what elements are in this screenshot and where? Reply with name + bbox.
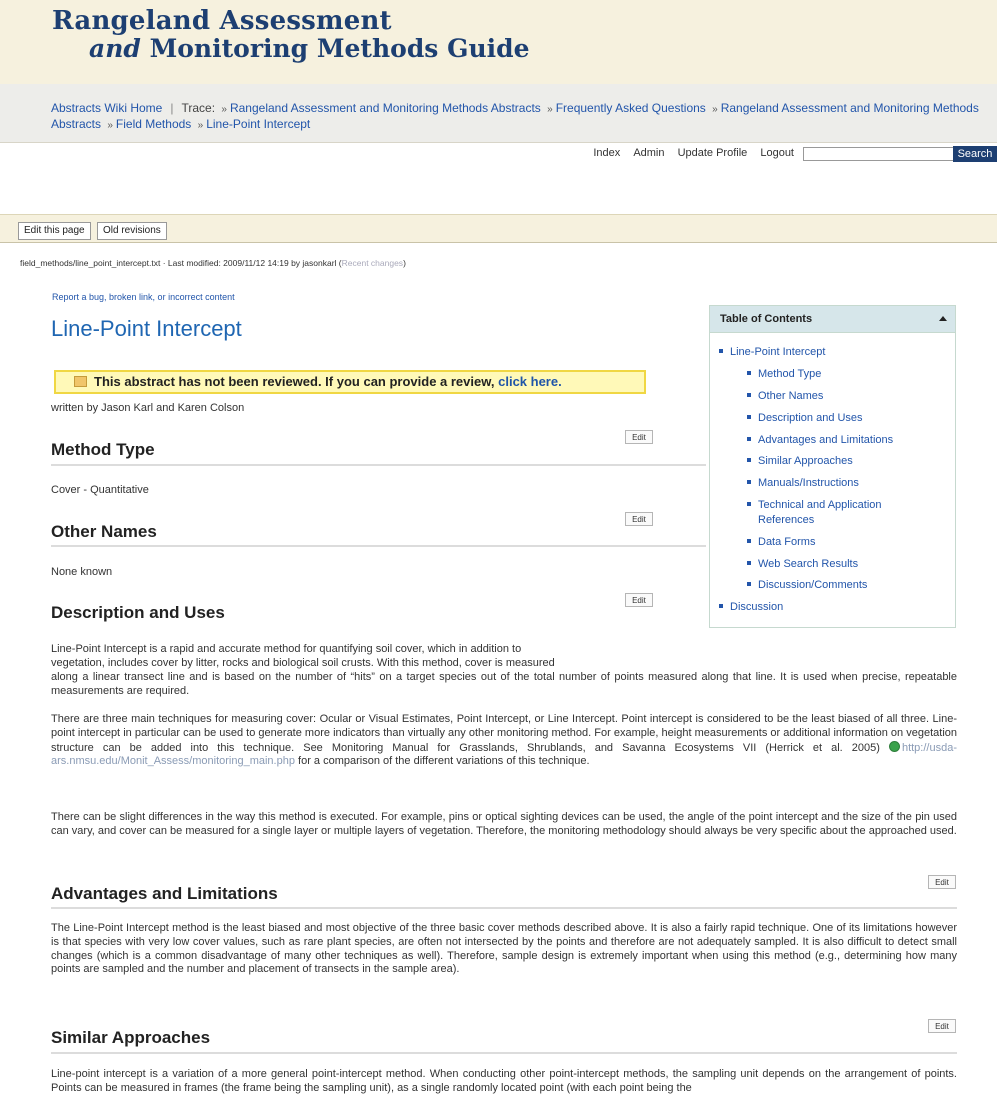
section-heading-method-type: Method Type <box>51 440 155 459</box>
user-toolbar: Index Admin Update Profile Logout Search <box>0 143 997 164</box>
page-meta-close: ) <box>403 258 406 268</box>
toc-item-technical-cont[interactable]: References <box>758 513 814 528</box>
logout-link[interactable]: Logout <box>760 147 794 159</box>
toc-header[interactable]: Table of Contents <box>710 306 955 333</box>
breadcrumb-arrow: » <box>221 104 227 115</box>
section-divider <box>51 464 706 466</box>
bullet-icon <box>747 582 751 586</box>
other-names-value: None known <box>51 566 113 578</box>
breadcrumb-arrow: » <box>712 104 718 115</box>
toc-item-other-names[interactable]: Other Names <box>747 389 823 404</box>
search-input[interactable] <box>803 147 954 161</box>
breadcrumb-separator: | <box>170 101 174 115</box>
toc-item-method-type[interactable]: Method Type <box>747 367 821 382</box>
breadcrumb-item[interactable]: Rangeland Assessment and Monitoring Meth… <box>721 101 979 115</box>
section-heading-description: Description and Uses <box>51 603 225 622</box>
toc-item-description[interactable]: Description and Uses <box>747 411 863 426</box>
edit-description-button[interactable]: Edit <box>625 593 653 607</box>
toc-item-data-forms[interactable]: Data Forms <box>747 535 815 550</box>
external-link-globe-icon <box>888 740 900 752</box>
section-divider <box>51 907 957 909</box>
description-para-3: There can be slight differences in the w… <box>51 811 957 837</box>
collapse-triangle-icon[interactable] <box>939 316 947 321</box>
section-heading-advantages: Advantages and Limitations <box>51 884 278 903</box>
breadcrumb-item[interactable]: Frequently Asked Questions <box>556 101 706 115</box>
breadcrumb-home-link[interactable]: Abstracts Wiki Home <box>51 101 162 115</box>
toc-item-discussion-comments[interactable]: Discussion/Comments <box>747 578 867 593</box>
site-title-and: and <box>89 34 141 63</box>
description-para-2: There are three main techniques for meas… <box>51 713 957 768</box>
page-actions-bar: Edit this page Old revisions <box>0 214 997 243</box>
report-bug-link[interactable]: Report a bug, broken link, or incorrect … <box>52 292 235 302</box>
page-title: Line-Point Intercept <box>51 316 242 341</box>
description-para-1c: along a linear transect line and is base… <box>51 671 957 697</box>
breadcrumb-arrow: » <box>547 104 553 115</box>
site-title-line1: Rangeland Assessment <box>52 6 392 36</box>
breadcrumb-item-current[interactable]: Line-Point Intercept <box>206 117 310 131</box>
bullet-icon <box>747 437 751 441</box>
bullet-icon <box>719 349 723 353</box>
toc-item-web-search[interactable]: Web Search Results <box>747 557 858 572</box>
review-link[interactable]: click here. <box>498 374 562 389</box>
advantages-para: The Line-Point Intercept method is the l… <box>51 922 957 976</box>
bullet-icon <box>747 393 751 397</box>
site-banner: Rangeland Assessment and Monitoring Meth… <box>0 0 997 84</box>
toc-item-manuals[interactable]: Manuals/Instructions <box>747 476 859 491</box>
note-icon <box>74 376 87 387</box>
toc-item-advantages[interactable]: Advantages and Limitations <box>747 433 893 448</box>
old-revisions-tab[interactable]: Old revisions <box>97 222 167 240</box>
page-meta-text: field_methods/line_point_intercept.txt ·… <box>20 258 342 268</box>
method-type-value: Cover - Quantitative <box>51 484 149 496</box>
site-title-line2-text: Monitoring Methods Guide <box>149 34 530 63</box>
breadcrumb-arrow: » <box>197 120 204 131</box>
section-divider <box>51 1052 957 1054</box>
breadcrumb: Abstracts Wiki Home | Trace: » Rangeland As… <box>0 84 997 143</box>
breadcrumb-item[interactable]: Abstracts <box>51 117 101 131</box>
breadcrumb-trace-label: Trace: <box>181 101 216 115</box>
breadcrumb-item[interactable]: Rangeland Assessment and Monitoring Meth… <box>230 101 541 115</box>
bullet-icon <box>747 480 751 484</box>
edit-method-type-button[interactable]: Edit <box>625 430 653 444</box>
section-divider <box>51 545 706 547</box>
toc-item-line-point-intercept[interactable]: Line-Point Intercept <box>719 345 825 360</box>
table-of-contents: Table of Contents Line-Point Intercept M… <box>709 305 956 628</box>
toc-item-technical[interactable]: Technical and Application <box>747 498 882 513</box>
bullet-icon <box>719 604 723 608</box>
edit-advantages-button[interactable]: Edit <box>928 875 956 889</box>
review-notice: This abstract has not been reviewed. If … <box>54 370 646 394</box>
bullet-icon <box>747 415 751 419</box>
update-profile-link[interactable]: Update Profile <box>678 147 748 159</box>
description-para-1a: Line-Point Intercept is a rapid and accu… <box>51 643 522 655</box>
breadcrumb-item[interactable]: Field Methods <box>116 117 191 131</box>
similar-approaches-para: Line-point intercept is a variation of a… <box>51 1068 957 1094</box>
toc-item-similar-approaches[interactable]: Similar Approaches <box>747 454 853 469</box>
admin-link[interactable]: Admin <box>633 147 664 159</box>
bullet-icon <box>747 539 751 543</box>
description-para-1b: vegetation, includes cover by litter, ro… <box>51 657 555 669</box>
author-line: written by Jason Karl and Karen Colson <box>51 402 245 414</box>
review-notice-text: This abstract has not been reviewed. If … <box>94 374 495 389</box>
section-heading-other-names: Other Names <box>51 522 157 541</box>
edit-other-names-button[interactable]: Edit <box>625 512 653 526</box>
site-title-line2: and Monitoring Methods Guide <box>89 34 530 63</box>
search-button[interactable]: Search <box>953 146 997 162</box>
bullet-icon <box>747 561 751 565</box>
recent-changes-link[interactable]: Recent changes <box>342 258 403 268</box>
site-logo[interactable]: Rangeland Assessment and Monitoring Meth… <box>52 6 530 63</box>
section-heading-similar-approaches: Similar Approaches <box>51 1028 211 1047</box>
edit-page-tab[interactable]: Edit this page <box>18 222 91 240</box>
bullet-icon <box>747 502 751 506</box>
index-link[interactable]: Index <box>593 147 620 159</box>
bullet-icon <box>747 371 751 375</box>
bullet-icon <box>747 458 751 462</box>
page-meta: field_methods/line_point_intercept.txt ·… <box>20 258 406 268</box>
toc-item-discussion[interactable]: Discussion <box>719 600 783 615</box>
edit-similar-approaches-button[interactable]: Edit <box>928 1019 956 1033</box>
toc-title: Table of Contents <box>720 313 813 325</box>
breadcrumb-arrow: » <box>107 120 113 131</box>
